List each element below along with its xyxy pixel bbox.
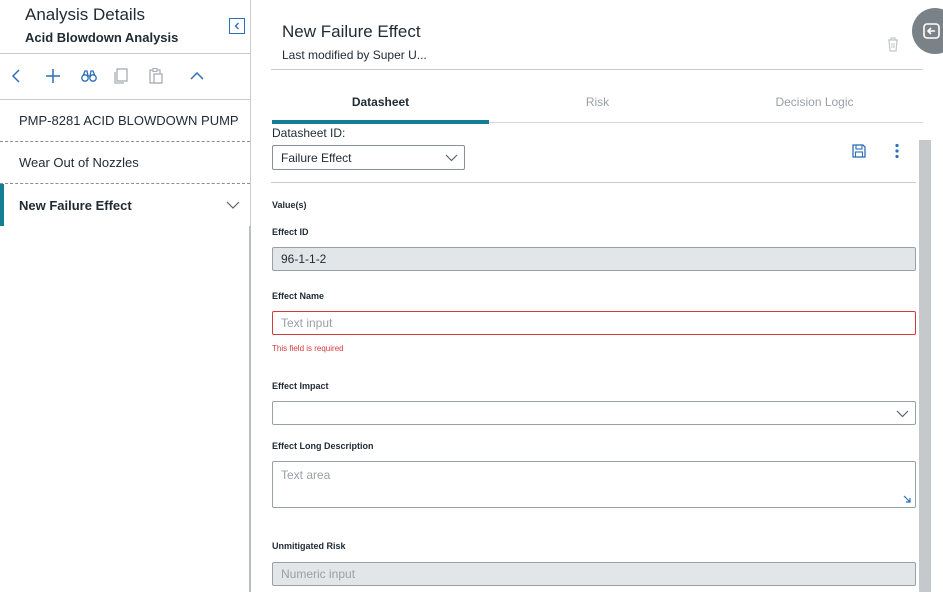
copy-icon [114,68,128,84]
unmitigated-risk-input: Numeric input [272,562,916,586]
left-panel-scrollbar[interactable] [249,226,251,592]
record-title: New Failure Effect [282,22,421,41]
effect-name-error: This field is required [272,344,344,353]
tree-item-failure-effect[interactable]: New Failure Effect [0,184,250,226]
find-button[interactable] [78,65,100,87]
record-tabs: Datasheet Risk Decision Logic [272,80,923,124]
last-modified: Last modified by Super U... [282,48,427,62]
tree-item-asset[interactable]: PMP-8281 ACID BLOWDOWN PUMP [0,100,250,142]
values-section-label: Value(s) [272,200,307,210]
effect-long-description-label: Effect Long Description [272,441,374,451]
effect-id-label: Effect ID [272,227,309,237]
left-panel: Analysis Details Acid Blowdown Analysis … [0,0,251,592]
paste-icon [149,67,163,84]
left-panel-header: Analysis Details Acid Blowdown Analysis [0,0,250,54]
effect-id-field: 96-1-1-2 [272,247,916,271]
effect-name-label: Effect Name [272,291,325,301]
collapse-up-button[interactable] [186,65,208,87]
tree-item-label: Wear Out of Nozzles [19,155,139,170]
more-options-icon[interactable] [891,143,903,159]
tab-datasheet[interactable]: Datasheet [272,80,489,124]
tree-item-label: New Failure Effect [19,197,132,213]
tab-risk[interactable]: Risk [489,80,706,123]
delete-icon[interactable] [886,36,900,52]
analysis-tree: PMP-8281 ACID BLOWDOWN PUMP Wear Out of … [0,100,250,226]
effect-long-description-textarea[interactable]: Text area [272,461,916,508]
form-scrollbar[interactable] [919,140,931,592]
unmitigated-risk-placeholder: Numeric input [281,567,356,581]
chevron-up-icon [190,71,204,80]
chevron-down-icon [896,410,909,418]
analysis-name: Acid Blowdown Analysis [25,30,179,45]
back-button[interactable] [6,65,28,87]
tree-item-failure-mode[interactable]: Wear Out of Nozzles [0,142,250,184]
chevron-down-icon[interactable] [226,199,240,211]
effect-id-value: 96-1-1-2 [281,252,327,266]
tab-decision-logic[interactable]: Decision Logic [706,80,923,123]
datasheet-id-label: Datasheet ID: [272,126,346,140]
back-icon [11,69,20,83]
datasheet-divider [271,182,916,183]
effect-long-description-placeholder: Text area [281,468,331,482]
datasheet-select[interactable]: Failure Effect [272,145,465,170]
unmitigated-risk-label: Unmitigated Risk [272,541,346,551]
copy-button[interactable] [110,65,132,87]
datasheet-select-value: Failure Effect [281,150,352,165]
tree-item-label: PMP-8281 ACID BLOWDOWN PUMP [19,113,239,128]
effect-impact-label: Effect Impact [272,381,329,391]
add-button[interactable] [42,65,64,87]
effect-impact-select[interactable] [272,401,916,425]
header-divider [271,69,923,70]
exit-button[interactable] [912,8,943,54]
chevron-down-icon [445,154,458,162]
tree-toolbar [0,54,250,100]
record-panel: New Failure Effect Last modified by Supe… [252,0,943,592]
effect-name-input[interactable]: Text input [272,311,916,335]
resize-handle-icon[interactable] [902,494,912,504]
panel-title: Analysis Details [25,5,145,24]
chevron-left-icon [234,22,239,30]
paste-button[interactable] [145,65,167,87]
binoculars-icon [81,70,97,82]
save-icon[interactable] [851,143,867,159]
add-icon [46,69,60,83]
effect-name-placeholder: Text input [281,316,333,330]
exit-icon [923,23,940,39]
collapse-panel-button[interactable] [229,18,245,34]
